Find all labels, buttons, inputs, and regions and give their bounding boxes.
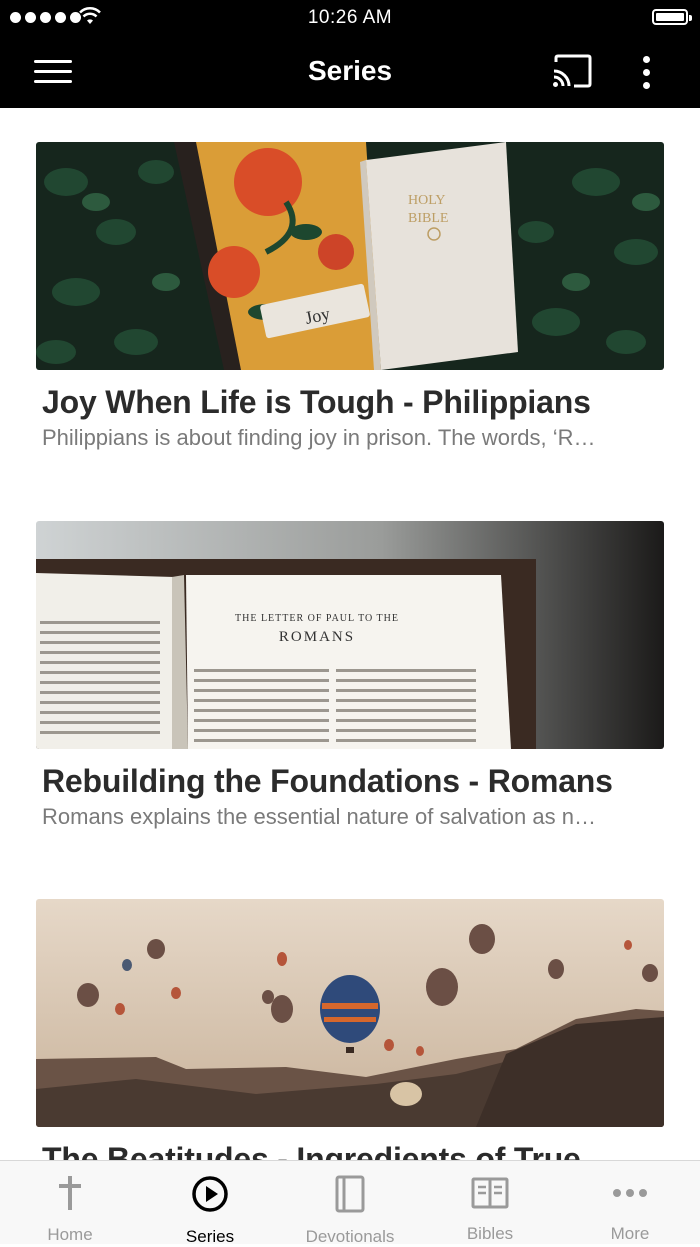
tab-label: Devotionals — [305, 1227, 395, 1246]
series-description: Philippians is about finding joy in pris… — [42, 425, 596, 450]
series-title: Rebuilding the Foundations - Romans — [42, 763, 613, 799]
romans-bible-image: THE LETTER OF PAUL TO THE ROMANS — [36, 521, 664, 749]
tab-label: More — [610, 1224, 650, 1243]
series-card-philippians[interactable]: Joy HOLY BIBLE Joy When Life is Tough - … — [36, 142, 664, 451]
open-book-icon — [470, 1175, 510, 1210]
tab-devotionals[interactable]: Devotionals — [280, 1161, 420, 1246]
status-time: 10:26 AM — [307, 7, 393, 28]
tab-label: Home — [47, 1225, 93, 1244]
series-list[interactable]: Joy HOLY BIBLE Joy When Life is Tough - … — [0, 108, 700, 1160]
cast-icon[interactable] — [548, 54, 596, 90]
series-title: The Beatitudes - Ingredients of True — [42, 1141, 581, 1160]
hot-air-balloons-image — [36, 899, 664, 1127]
bible-heading-text: THE LETTER OF PAUL TO THE — [235, 613, 399, 624]
tab-label: Series — [185, 1227, 235, 1246]
battery-icon — [652, 9, 692, 25]
tab-home[interactable]: Home — [0, 1161, 140, 1244]
series-title: Joy When Life is Tough - Philippians — [42, 384, 591, 420]
tab-more[interactable]: More — [560, 1161, 700, 1244]
tab-label: Bibles — [466, 1224, 514, 1243]
cross-icon — [50, 1175, 90, 1211]
play-circle-icon — [190, 1175, 230, 1213]
more-dots-icon — [610, 1175, 650, 1210]
tab-series[interactable]: Series — [140, 1161, 280, 1246]
series-card-beatitudes[interactable]: The Beatitudes - Ingredients of True — [36, 899, 664, 1160]
status-bar: 10:26 AM — [0, 0, 700, 36]
series-card-romans[interactable]: THE LETTER OF PAUL TO THE ROMANS Rebuild… — [36, 521, 664, 830]
book-icon — [330, 1175, 370, 1213]
tab-bibles[interactable]: Bibles — [420, 1161, 560, 1244]
navigation-bar: Series — [0, 36, 700, 108]
joy-bible-notebook-image: Joy HOLY BIBLE — [36, 142, 664, 370]
tab-bar: Home Series Devotionals Bibles More — [0, 1160, 700, 1246]
bible-book-text: ROMANS — [279, 629, 355, 645]
more-options-icon[interactable] — [630, 52, 662, 92]
series-description: Romans explains the essential nature of … — [42, 804, 596, 829]
